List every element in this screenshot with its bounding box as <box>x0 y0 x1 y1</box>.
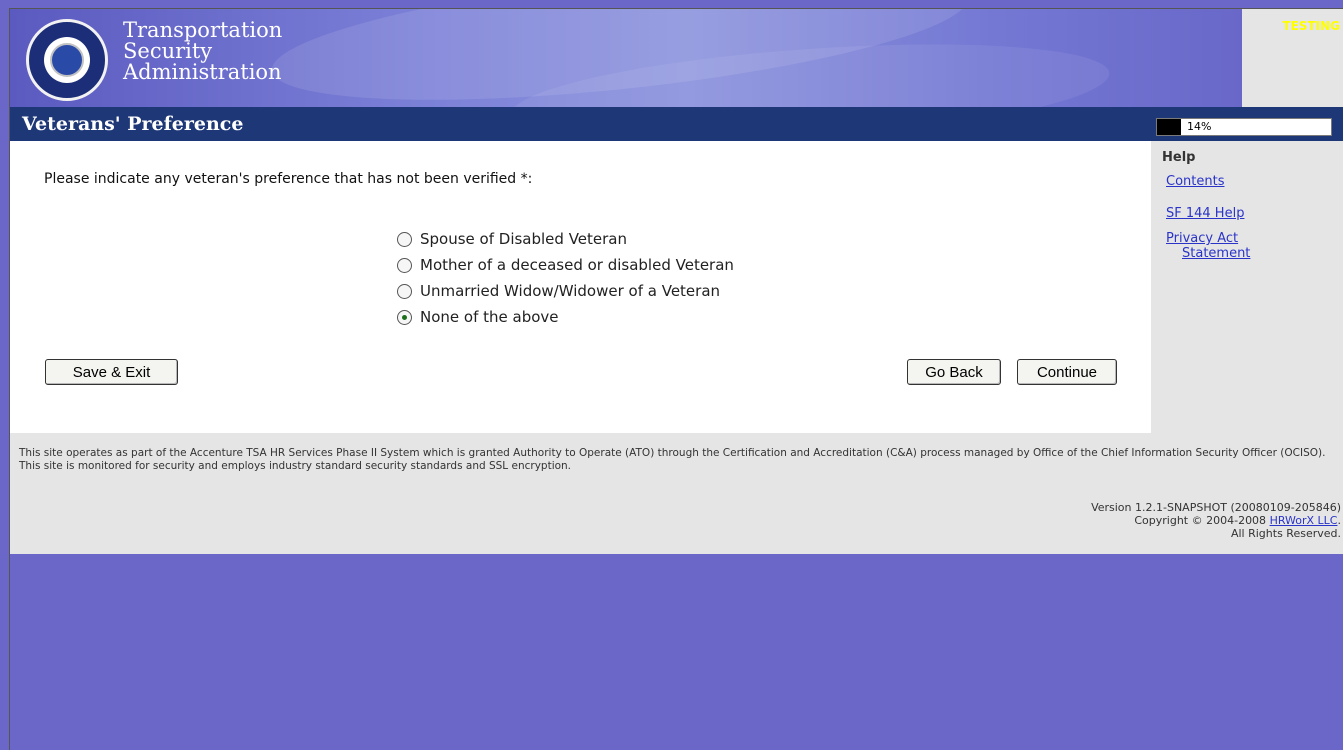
dhs-seal-icon <box>26 19 108 101</box>
privacy-link-line: Privacy Act <box>1166 231 1239 246</box>
title-bar: Veterans' Preference 14% <box>10 107 1343 141</box>
radio-button[interactable] <box>397 257 412 273</box>
help-title: Help <box>1162 150 1196 165</box>
site-footer: This site operates as part of the Accent… <box>10 433 1343 554</box>
progress-bar: 14% <box>1156 118 1332 136</box>
site-header: Transportation Security Administration <box>10 9 1242 107</box>
privacy-act-link[interactable]: Privacy Act Statement <box>1166 231 1286 261</box>
environment-banner: TESTING <box>1242 9 1343 107</box>
copyright-text: Copyright © 2004-2008 HRWorX LLC. <box>1091 514 1341 527</box>
agency-name-line: Administration <box>123 60 282 84</box>
agency-name-line: Security <box>123 39 213 63</box>
option-label: Spouse of Disabled Veteran <box>420 230 627 248</box>
progress-label: 14% <box>1187 120 1212 133</box>
option-spouse-disabled[interactable]: Spouse of Disabled Veteran <box>397 226 734 252</box>
copyright-prefix: Copyright © 2004-2008 <box>1134 514 1270 527</box>
continue-button[interactable]: Continue <box>1017 359 1117 385</box>
sf144-help-link[interactable]: SF 144 Help <box>1166 206 1244 221</box>
help-contents-link[interactable]: Contents <box>1166 174 1224 189</box>
option-label: Mother of a deceased or disabled Veteran <box>420 256 734 274</box>
help-sidebar: Help Contents SF 144 Help Privacy Act St… <box>1151 141 1343 433</box>
radio-button[interactable] <box>397 231 412 247</box>
main-content: Please indicate any veteran's preference… <box>10 141 1151 433</box>
option-label: Unmarried Widow/Widower of a Veteran <box>420 282 721 300</box>
hrworx-link[interactable]: HRWorX LLC <box>1270 514 1338 527</box>
option-mother-veteran[interactable]: Mother of a deceased or disabled Veteran <box>397 252 734 278</box>
agency-name: Transportation Security Administration <box>123 20 282 83</box>
question-text: Please indicate any veteran's preference… <box>44 171 533 187</box>
security-notice: This site operates as part of the Accent… <box>19 447 1326 472</box>
testing-label: TESTING <box>1282 19 1340 33</box>
copyright-suffix: . <box>1337 514 1342 527</box>
page-title: Veterans' Preference <box>22 113 244 135</box>
option-widow-veteran[interactable]: Unmarried Widow/Widower of a Veteran <box>397 278 734 304</box>
rights-text: All Rights Reserved. <box>1230 527 1341 540</box>
agency-name-line: Transportation <box>123 18 283 42</box>
preference-options: Spouse of Disabled Veteran Mother of a d… <box>397 226 734 330</box>
option-none[interactable]: None of the above <box>397 304 734 330</box>
version-info: Version 1.2.1-SNAPSHOT (20080109-205846)… <box>1091 501 1341 540</box>
privacy-link-line: Statement <box>1182 246 1251 261</box>
radio-button-selected[interactable] <box>397 309 412 325</box>
option-label: None of the above <box>420 308 559 326</box>
progress-fill <box>1157 119 1182 135</box>
radio-button[interactable] <box>397 283 412 299</box>
go-back-button[interactable]: Go Back <box>907 359 1001 385</box>
page-frame: Transportation Security Administration T… <box>9 8 1343 750</box>
version-text: Version 1.2.1-SNAPSHOT (20080109-205846) <box>1091 501 1341 514</box>
save-exit-button[interactable]: Save & Exit <box>45 359 178 385</box>
